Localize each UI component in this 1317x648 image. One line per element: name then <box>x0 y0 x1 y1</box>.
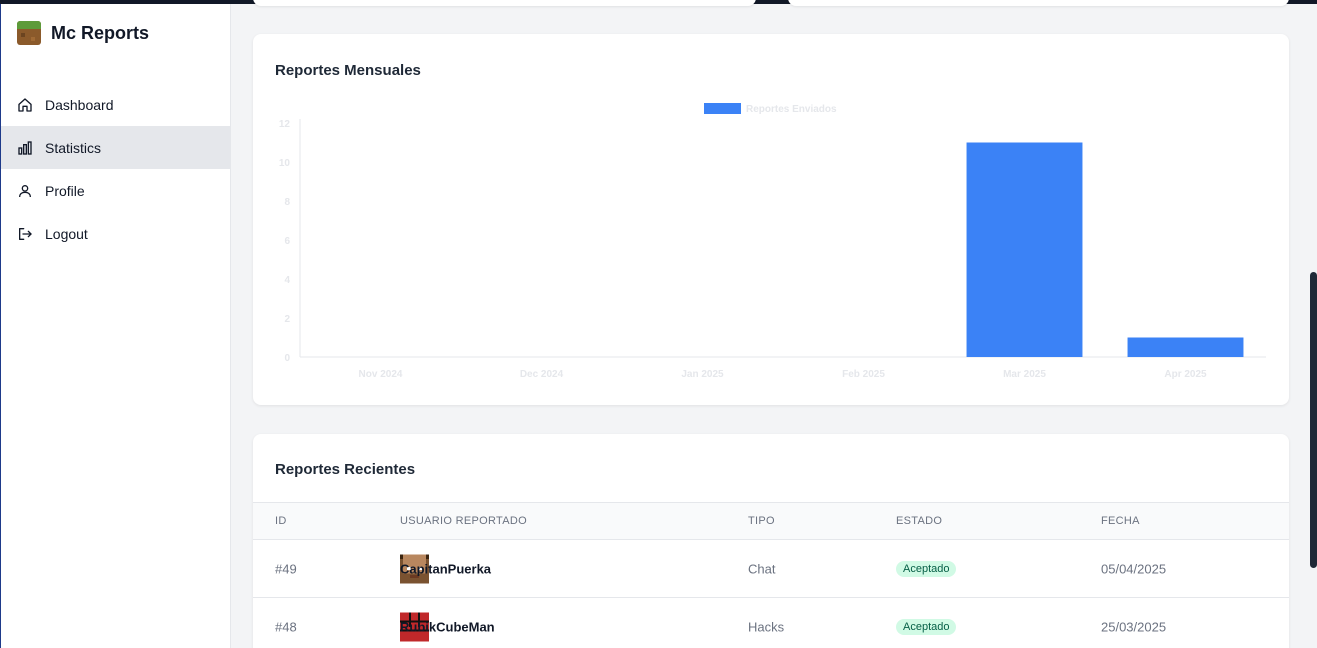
table-header: ID USUARIO REPORTADO TIPO ESTADO FECHA <box>253 502 1289 540</box>
logout-icon <box>19 227 32 240</box>
column-header-estado[interactable]: ESTADO <box>896 515 942 527</box>
card-title: Reportes Recientes <box>275 461 416 478</box>
monthly-reports-card: Reportes Mensuales Reportes Enviados 0 2 4 6… <box>253 34 1289 405</box>
stat-card-partial <box>788 0 1289 6</box>
sidebar-item-logout[interactable]: Logout <box>1 212 231 255</box>
report-date: 25/03/2025 <box>1101 619 1167 634</box>
report-type: Chat <box>748 561 776 576</box>
username: CapitanPuerka <box>400 561 492 576</box>
username: RubikCubeMan <box>400 619 495 634</box>
sidebar-item-dashboard[interactable]: Dashboard <box>1 83 231 126</box>
x-tick-label: Dec 2024 <box>520 369 564 380</box>
sidebar: Mc Reports Dashboard Statistics Profile … <box>0 4 231 648</box>
sidebar-item-statistics[interactable]: Statistics <box>1 126 231 169</box>
page-scrollbar[interactable] <box>1310 272 1317 568</box>
monthly-reports-chart: Reportes Enviados 0 2 4 6 8 10 12 Nov 2024 Dec 20… <box>279 103 1266 380</box>
x-tick-label: Nov 2024 <box>359 369 403 380</box>
column-header-tipo[interactable]: TIPO <box>748 515 775 527</box>
bar <box>1127 337 1244 357</box>
table-row[interactable]: #49 CapitanPuerka Chat Aceptado 05/04/20… <box>253 540 1289 598</box>
brand[interactable]: Mc Reports <box>17 20 149 46</box>
x-tick-label: Apr 2025 <box>1164 369 1207 380</box>
y-tick-label: 2 <box>284 314 290 325</box>
sidebar-nav: Dashboard Statistics Profile Logout <box>1 83 231 255</box>
sidebar-item-label: Dashboard <box>45 96 114 113</box>
y-tick-label: 4 <box>284 275 290 286</box>
y-tick-label: 0 <box>284 353 290 364</box>
column-header-id[interactable]: ID <box>275 515 287 527</box>
status-badge: Aceptado <box>896 618 957 635</box>
sidebar-item-label: Logout <box>45 225 88 242</box>
minecraft-grass-block-icon <box>17 21 41 45</box>
status-badge: Aceptado <box>896 560 957 577</box>
report-type: Hacks <box>748 619 785 634</box>
sidebar-item-label: Profile <box>45 182 85 199</box>
user-icon <box>19 184 31 197</box>
x-tick-label: Jan 2025 <box>681 369 724 380</box>
y-tick-label: 6 <box>284 236 290 247</box>
y-tick-label: 12 <box>279 119 291 130</box>
home-icon <box>18 97 32 112</box>
legend-label: Reportes Enviados <box>746 104 837 115</box>
column-header-fecha[interactable]: FECHA <box>1101 515 1140 527</box>
table-row[interactable]: #48 RubikCubeMan Hacks Aceptado 25/03/20… <box>253 598 1289 648</box>
report-date: 05/04/2025 <box>1101 561 1167 576</box>
report-id: #48 <box>275 619 297 634</box>
bar-chart-icon <box>18 140 32 155</box>
x-tick-label: Mar 2025 <box>1003 369 1046 380</box>
stat-card-partial <box>253 0 756 6</box>
column-header-user[interactable]: USUARIO REPORTADO <box>400 515 527 527</box>
y-tick-label: 10 <box>279 158 291 169</box>
x-tick-label: Feb 2025 <box>842 369 885 380</box>
report-id: #49 <box>275 561 297 576</box>
main-content: Reportes Mensuales Reportes Enviados 0 2 4 6… <box>231 0 1317 648</box>
sidebar-item-profile[interactable]: Profile <box>1 169 231 212</box>
sidebar-item-label: Statistics <box>45 139 102 156</box>
bar <box>966 142 1083 357</box>
y-tick-label: 8 <box>284 197 290 208</box>
legend-swatch <box>704 103 741 114</box>
recent-reports-card: Reportes Recientes ID USUARIO REPORTADO … <box>253 434 1289 648</box>
app-title: Mc Reports <box>51 22 150 43</box>
